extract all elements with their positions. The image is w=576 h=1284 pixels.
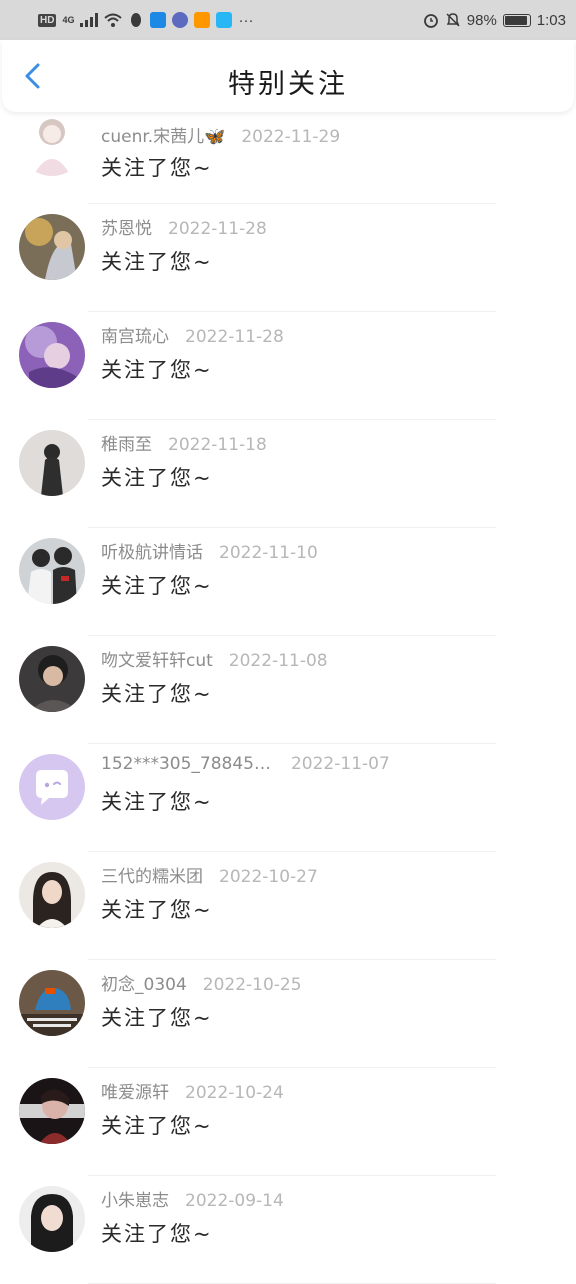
date: 2022-10-27 [219, 867, 318, 887]
user-name[interactable]: 小朱崽志 [101, 1191, 169, 1211]
avatar[interactable] [19, 1078, 85, 1144]
list-item[interactable]: 三代的糯米团 2022-10-27 关注了您~ [0, 852, 576, 960]
user-name[interactable]: 听极航讲情话 [101, 543, 203, 563]
message: 关注了您~ [101, 1114, 213, 1138]
date: 2022-11-08 [228, 651, 328, 671]
name-line: 听极航讲情话 2022-11-10 [101, 538, 318, 563]
avatar[interactable] [19, 862, 85, 928]
name-line: 152***305_78845… 2022-11-07 [101, 754, 390, 774]
date: 2022-11-28 [168, 219, 267, 239]
user-name[interactable]: 152***305_78845… [101, 754, 271, 774]
app-icon-2 [194, 12, 211, 28]
app-icon-1 [150, 12, 167, 28]
avatar[interactable] [19, 322, 85, 388]
message: 关注了您~ [101, 250, 213, 274]
app-icon-3 [216, 12, 233, 28]
alarm-icon [423, 14, 438, 28]
date: 2022-09-14 [185, 1191, 284, 1211]
message: 关注了您~ [101, 466, 213, 490]
network-type: 4G [62, 15, 75, 25]
avatar[interactable] [19, 214, 85, 280]
message: 关注了您~ [101, 898, 213, 922]
user-name[interactable]: 南宫琉心 [101, 327, 169, 347]
avatar[interactable] [19, 110, 85, 176]
default-chat-avatar-icon [19, 754, 85, 820]
message: 关注了您~ [101, 682, 213, 706]
status-bar-right: 98% 1:03 [423, 12, 566, 29]
mute-bell-icon [446, 13, 460, 27]
date: 2022-10-24 [185, 1083, 284, 1103]
hd-badge: HD [38, 13, 57, 27]
list-item[interactable]: 苏恩悦 2022-11-28 关注了您~ [0, 204, 576, 312]
list-item[interactable]: 152***305_78845… 2022-11-07 关注了您~ [0, 744, 576, 852]
message: 关注了您~ [101, 156, 213, 180]
list-item[interactable]: 初念_0304 2022-10-25 关注了您~ [0, 960, 576, 1068]
user-name[interactable]: 唯爱源轩 [101, 1083, 169, 1103]
list-item[interactable]: 吻文爱轩轩cut 2022-11-08 关注了您~ [0, 636, 576, 744]
message: 关注了您~ [101, 790, 213, 814]
more-dots-icon: ··· [238, 11, 254, 29]
name-line: cuenr.宋茜儿🦋 2022-11-29 [101, 122, 340, 147]
message: 关注了您~ [101, 358, 213, 382]
nav-bar: 特别关注 [2, 40, 574, 112]
avatar[interactable] [19, 1186, 85, 1252]
name-line: 唯爱源轩 2022-10-24 [101, 1078, 284, 1103]
date: 2022-11-28 [185, 327, 284, 347]
name-line: 南宫琉心 2022-11-28 [101, 322, 284, 347]
avatar[interactable] [19, 538, 85, 604]
avatar[interactable] [19, 430, 85, 496]
message: 关注了您~ [101, 574, 213, 598]
user-name[interactable]: 初念_0304 [101, 975, 187, 995]
list-item[interactable]: 稚雨至 2022-11-18 关注了您~ [0, 420, 576, 528]
list-item[interactable]: cuenr.宋茜儿🦋 2022-11-29 关注了您~ [0, 110, 576, 204]
date: 2022-10-25 [202, 975, 302, 995]
user-name[interactable]: cuenr.宋茜儿🦋 [101, 127, 225, 147]
list-item[interactable]: 小朱崽志 2022-09-14 关注了您~ [0, 1176, 576, 1284]
list-item[interactable]: 南宫琉心 2022-11-28 关注了您~ [0, 312, 576, 420]
clock: 1:03 [536, 11, 566, 29]
date: 2022-11-10 [219, 543, 318, 563]
status-bar: HD 4G ··· 98% 1:03 [0, 0, 576, 40]
follow-notification-list: cuenr.宋茜儿🦋 2022-11-29 关注了您~ 苏恩悦 2022-11-28… [0, 110, 576, 1284]
wifi-icon [104, 13, 123, 27]
battery-icon [502, 13, 531, 27]
name-line: 稚雨至 2022-11-18 [101, 430, 267, 455]
page-title: 特别关注 [228, 69, 348, 100]
avatar[interactable] [19, 970, 85, 1036]
name-line: 小朱崽志 2022-09-14 [101, 1186, 284, 1211]
avatar[interactable] [19, 754, 85, 820]
name-line: 三代的糯米团 2022-10-27 [101, 862, 318, 887]
qq-icon [131, 13, 142, 27]
date: 2022-11-07 [290, 754, 390, 774]
date: 2022-11-18 [168, 435, 267, 455]
message: 关注了您~ [101, 1222, 213, 1246]
signal-icon [80, 13, 99, 27]
name-line: 吻文爱轩轩cut 2022-11-08 [101, 646, 328, 671]
name-line: 初念_0304 2022-10-25 [101, 970, 302, 995]
message: 关注了您~ [101, 1006, 213, 1030]
avatar[interactable] [19, 646, 85, 712]
user-name[interactable]: 吻文爱轩轩cut [101, 651, 213, 671]
list-item[interactable]: 听极航讲情话 2022-11-10 关注了您~ [0, 528, 576, 636]
user-name[interactable]: 苏恩悦 [101, 219, 152, 239]
name-line: 苏恩悦 2022-11-28 [101, 214, 267, 239]
battery-percent: 98% [466, 11, 497, 29]
date: 2022-11-29 [241, 127, 341, 147]
user-name[interactable]: 三代的糯米团 [101, 867, 203, 887]
music-icon [172, 12, 189, 28]
user-name[interactable]: 稚雨至 [101, 435, 152, 455]
list-item[interactable]: 唯爱源轩 2022-10-24 关注了您~ [0, 1068, 576, 1176]
status-bar-left: HD 4G ··· [38, 12, 253, 29]
